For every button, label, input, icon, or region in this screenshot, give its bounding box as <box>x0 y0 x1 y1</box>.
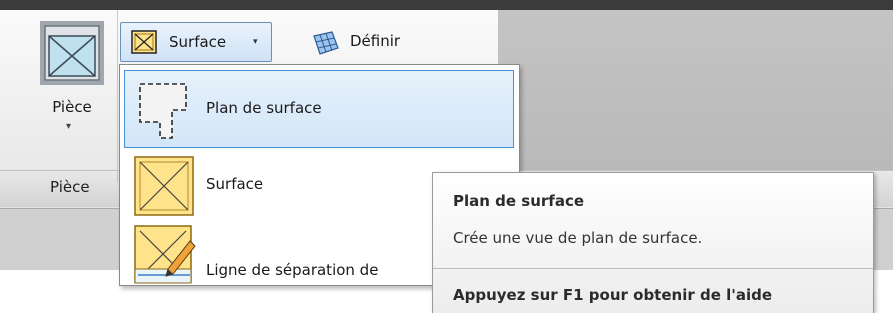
window-top-edge <box>0 0 893 10</box>
ribbon-empty-area <box>498 10 893 170</box>
panel-title-piece: Pièce <box>50 178 90 196</box>
menu-item-label: Plan de surface <box>206 99 322 117</box>
room-icon <box>39 20 105 90</box>
tooltip-divider <box>433 268 873 269</box>
area-icon <box>134 156 194 220</box>
tooltip-description: Crée une vue de plan de surface. <box>453 229 703 247</box>
area-plan-icon <box>134 80 196 146</box>
chevron-down-icon: ▾ <box>253 37 258 47</box>
grid-icon <box>310 28 340 60</box>
menu-item-label: Surface <box>206 175 264 193</box>
tooltip: Plan de surface Crée une vue de plan de … <box>432 172 874 313</box>
surface-button-label: Surface <box>169 33 227 51</box>
menu-item-plan-de-surface[interactable]: Plan de surface <box>120 68 519 150</box>
chevron-down-icon: ▾ <box>66 121 72 132</box>
tooltip-help-hint: Appuyez sur F1 pour obtenir de l'aide <box>453 286 773 304</box>
area-icon <box>131 30 157 58</box>
piece-button-label: Pièce <box>52 98 92 116</box>
definir-button[interactable]: Définir <box>302 22 432 62</box>
menu-item-label: Ligne de séparation de <box>206 261 379 279</box>
surface-dropdown-button[interactable]: Surface ▾ <box>120 22 272 62</box>
tooltip-title: Plan de surface <box>453 192 585 210</box>
definir-button-label: Définir <box>350 32 401 50</box>
piece-button[interactable]: Pièce ▾ <box>36 20 112 150</box>
panel-divider <box>117 10 118 182</box>
area-boundary-icon <box>134 225 196 289</box>
